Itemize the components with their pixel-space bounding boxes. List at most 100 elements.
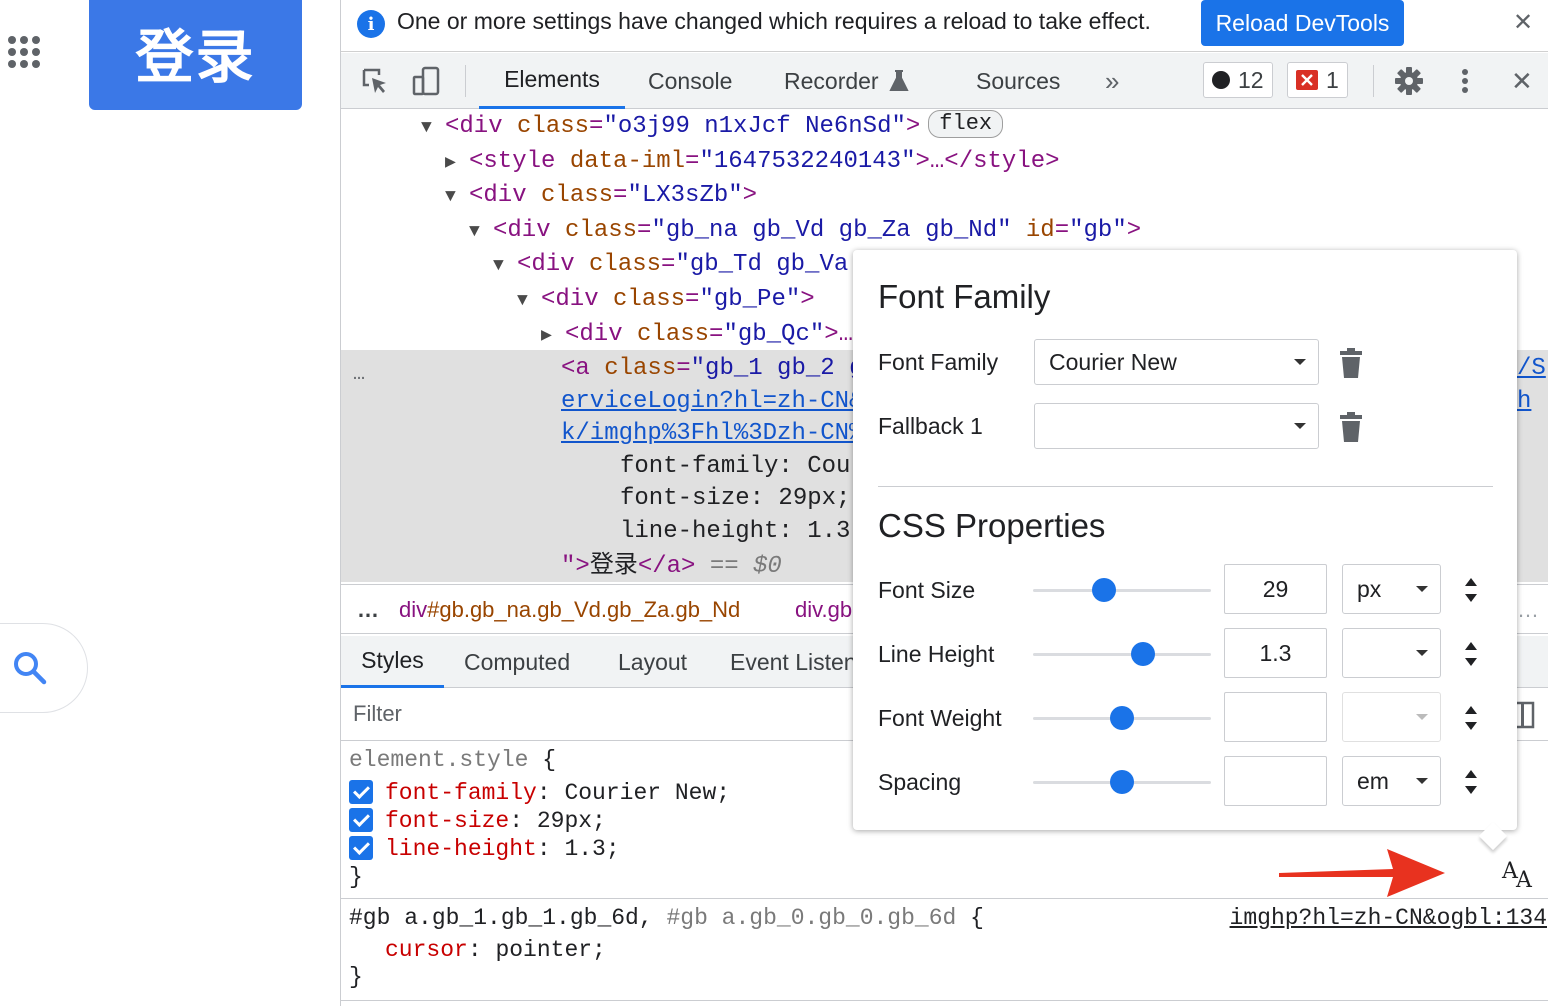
more-options-icon[interactable]: [1449, 65, 1481, 97]
dom-node-a-closing[interactable]: ">登录</a> == $0: [561, 547, 782, 581]
search-icon[interactable]: [10, 648, 50, 688]
node-actions-ellipsis[interactable]: …: [353, 358, 365, 392]
declaration-checkbox[interactable]: [349, 836, 373, 860]
close-devtools-icon[interactable]: ✕: [1511, 53, 1533, 109]
font-weight-slider[interactable]: [1033, 706, 1211, 730]
element-style-rule[interactable]: element.style {: [349, 746, 556, 774]
reload-devtools-button[interactable]: Reload DevTools: [1201, 0, 1404, 46]
line-height-unit-select[interactable]: [1342, 628, 1441, 678]
line-height-stepper-icon[interactable]: [1464, 639, 1478, 669]
filter-input[interactable]: Filter: [353, 701, 402, 727]
style-declaration[interactable]: line-height: 1.3;: [349, 835, 620, 863]
tab-layout[interactable]: Layout: [618, 636, 687, 688]
rule-divider: [341, 1000, 1548, 1001]
device-toolbar-icon[interactable]: [411, 65, 443, 97]
slider-thumb[interactable]: [1110, 706, 1134, 730]
info-icon: i: [357, 10, 385, 38]
font-size-slider[interactable]: [1033, 578, 1211, 602]
href-link-fragment[interactable]: /S: [1517, 352, 1546, 386]
font-weight-label: Font Weight: [878, 705, 1002, 731]
spacing-slider[interactable]: [1033, 770, 1211, 794]
breadcrumb-overflow[interactable]: …: [357, 597, 379, 623]
flex-badge[interactable]: flex: [928, 110, 1004, 138]
expand-triangle-icon[interactable]: ▼: [469, 215, 493, 250]
spacing-stepper-icon[interactable]: [1464, 767, 1478, 797]
tab-sources[interactable]: Sources: [976, 53, 1060, 109]
font-size-unit-select[interactable]: px: [1342, 564, 1441, 614]
expand-triangle-icon[interactable]: ▼: [517, 284, 541, 319]
style-declaration[interactable]: font-size: 29px;: [349, 807, 606, 835]
font-family-label: Font Family: [878, 349, 999, 375]
devtools-toolbar: Elements Console Recorder Sources » 12 1: [341, 53, 1548, 109]
chevron-down-icon: [1416, 778, 1428, 784]
slider-thumb[interactable]: [1092, 578, 1117, 602]
breadcrumb-item[interactable]: div.gb: [795, 597, 852, 623]
dom-node-style[interactable]: ▶ <style data-iml="1647532240143">…</styl…: [445, 145, 1060, 179]
apps-grid-icon[interactable]: [8, 36, 42, 70]
font-weight-stepper-icon[interactable]: [1464, 703, 1478, 733]
dom-node-lx3szb[interactable]: ▼ <div class="LX3sZb">: [445, 179, 757, 213]
href-link-line[interactable]: k/imghp%3Fhl%3Dzh-CN%: [561, 417, 863, 451]
errors-counter[interactable]: 1: [1287, 62, 1348, 98]
font-size-label: Font Size: [878, 577, 976, 603]
delete-fallback-icon[interactable]: [1340, 412, 1362, 442]
more-tabs-icon[interactable]: »: [1105, 53, 1119, 109]
chevron-down-icon: [1416, 650, 1428, 656]
gb-rule-selector[interactable]: #gb a.gb_1.gb_1.gb_6d, #gb a.gb_0.gb_0.g…: [349, 904, 984, 932]
expand-triangle-icon[interactable]: ▼: [493, 249, 517, 284]
line-height-input[interactable]: 1.3: [1224, 628, 1327, 678]
dom-node-gb-qc[interactable]: ▶ <div class="gb_Qc">…: [541, 318, 853, 352]
font-editor-popover: Font Family Font Family Courier New Fall…: [853, 250, 1517, 830]
font-editor-toggle-icon[interactable]: A A: [1500, 856, 1536, 890]
infobar-message: One or more settings have changed which …: [397, 8, 1151, 34]
tab-recorder-label: Recorder: [784, 67, 879, 94]
declaration-checkbox[interactable]: [349, 808, 373, 832]
spacing-unit-select[interactable]: em: [1342, 756, 1441, 806]
style-declaration[interactable]: font-family: Courier New;: [349, 779, 730, 807]
reload-infobar: i One or more settings have changed whic…: [341, 0, 1548, 52]
delete-font-icon[interactable]: [1340, 348, 1362, 378]
dom-node-gb-pe[interactable]: ▼ <div class="gb_Pe">: [517, 283, 815, 317]
spacing-input[interactable]: [1224, 756, 1327, 806]
tab-console[interactable]: Console: [648, 53, 732, 109]
expand-triangle-icon[interactable]: ▼: [445, 180, 469, 215]
font-size-input[interactable]: 29: [1224, 564, 1327, 614]
rule-close-brace: }: [349, 864, 363, 890]
infobar-close-icon[interactable]: ✕: [1513, 8, 1533, 37]
flask-icon: [888, 70, 909, 91]
dom-node-o3j99[interactable]: ▼ <div class="o3j99 n1xJcf Ne6nSd"> flex: [421, 110, 1004, 146]
font-weight-input[interactable]: [1224, 692, 1327, 742]
slider-thumb[interactable]: [1110, 770, 1134, 794]
font-size-stepper-icon[interactable]: [1464, 575, 1478, 605]
tab-styles[interactable]: Styles: [341, 636, 444, 688]
chevron-down-icon: [1416, 714, 1428, 720]
breadcrumb-overflow-right[interactable]: …: [1517, 597, 1539, 623]
rule-close-brace: }: [349, 964, 363, 990]
tab-computed[interactable]: Computed: [464, 636, 570, 688]
settings-gear-icon[interactable]: [1393, 65, 1425, 97]
login-button[interactable]: 登录: [89, 0, 302, 110]
line-height-slider[interactable]: [1033, 642, 1211, 666]
dom-node-gb[interactable]: ▼ <div class="gb_na gb_Vd gb_Za gb_Nd" id…: [469, 214, 1141, 248]
dom-node-a-selected[interactable]: <a class="gb_1 gb_2 g: [561, 352, 863, 386]
inspect-element-icon[interactable]: [359, 65, 391, 97]
href-link-fragment[interactable]: h: [1517, 385, 1531, 419]
toolbar-divider: [465, 65, 466, 97]
slider-thumb[interactable]: [1131, 642, 1156, 666]
style-declaration[interactable]: cursor: pointer;: [385, 936, 606, 964]
font-weight-unit-select[interactable]: [1342, 692, 1441, 742]
collapse-triangle-icon[interactable]: ▶: [541, 319, 565, 354]
popover-divider: [878, 486, 1493, 487]
tab-elements[interactable]: Elements: [479, 53, 625, 109]
fallback-select[interactable]: [1034, 403, 1319, 449]
collapse-triangle-icon[interactable]: ▶: [445, 146, 469, 181]
expand-triangle-icon[interactable]: ▼: [421, 111, 445, 146]
href-link-line[interactable]: erviceLogin?hl=zh-CN&: [561, 385, 863, 419]
declaration-checkbox[interactable]: [349, 780, 373, 804]
issues-counter[interactable]: 12: [1203, 62, 1273, 98]
breadcrumb-item[interactable]: div#gb.gb_na.gb_Vd.gb_Za.gb_Nd: [399, 597, 740, 623]
dom-node-gb-td[interactable]: ▼ <div class="gb_Td gb_Va: [493, 248, 848, 282]
tab-recorder[interactable]: Recorder: [784, 53, 909, 109]
font-family-select[interactable]: Courier New: [1034, 339, 1319, 385]
rule-source-link[interactable]: imghp?hl=zh-CN&ogbl:134: [1230, 904, 1547, 932]
